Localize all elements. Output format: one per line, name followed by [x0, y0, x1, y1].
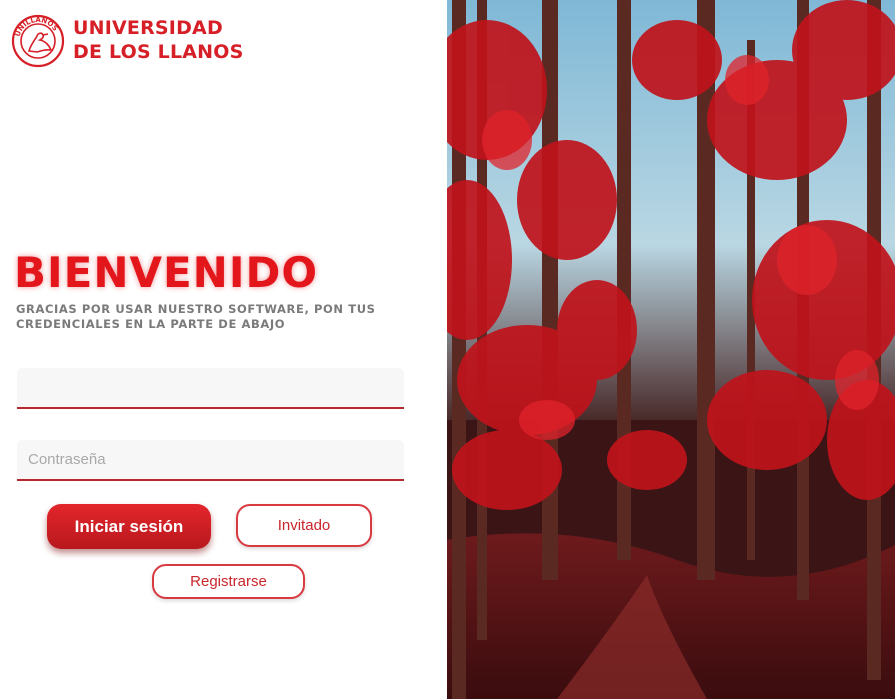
login-button[interactable]: Iniciar sesión — [47, 504, 211, 549]
register-button[interactable]: Registrarse — [152, 564, 305, 599]
forest-photo-icon — [447, 0, 895, 699]
logo-line-2: DE LOS LLANOS — [73, 41, 244, 63]
svg-text:UNILLANOS: UNILLANOS — [14, 16, 60, 38]
logo-line-1: UNIVERSIDAD — [73, 17, 223, 39]
forest-image — [447, 0, 895, 699]
university-logo: UNILLANOS UNIVERSIDAD DE LOS LLANOS — [11, 14, 243, 68]
unillanos-seal-icon: UNILLANOS — [11, 14, 65, 68]
seal-text: UNILLANOS — [14, 16, 60, 38]
welcome-subtitle: GRACIAS POR USAR NUESTRO SOFTWARE, PON T… — [16, 302, 376, 331]
password-input[interactable] — [17, 440, 404, 481]
login-panel: UNILLANOS UNIVERSIDAD DE LOS LLANOS BIEN… — [0, 0, 447, 699]
username-input[interactable] — [17, 368, 404, 409]
welcome-title: BIENVENIDO — [14, 248, 319, 297]
guest-button[interactable]: Invitado — [236, 504, 372, 547]
